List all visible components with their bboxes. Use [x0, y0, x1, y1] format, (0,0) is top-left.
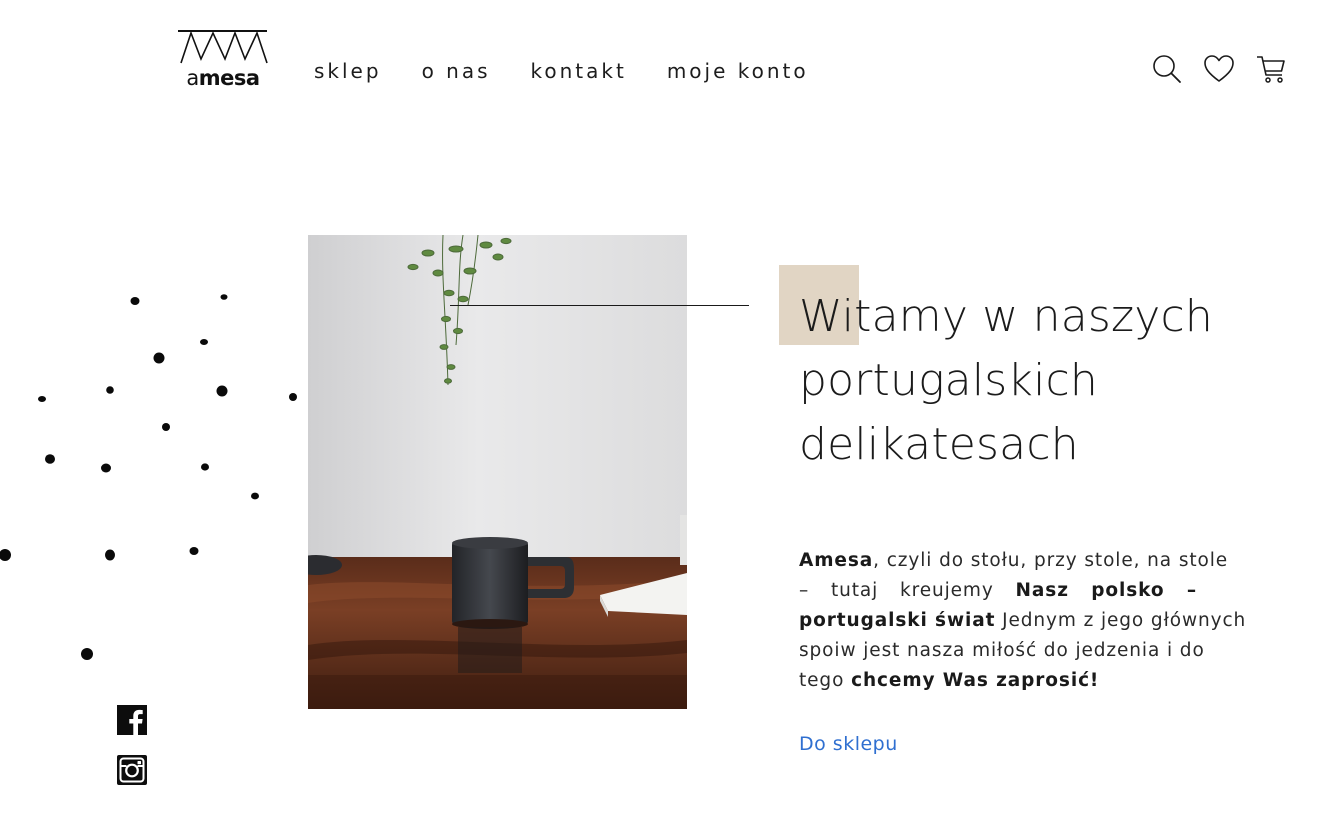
nav-item-o-nas[interactable]: o nas — [422, 59, 491, 83]
shop-link[interactable]: Do sklepu — [799, 733, 898, 755]
paragraph-line: tego chcemy Was zaprosić! — [799, 666, 1197, 696]
logo-prefix: a — [186, 66, 199, 90]
paragraph-text: tego — [799, 670, 852, 691]
paragraph-strong: portugalski świat — [799, 610, 996, 631]
logo-wordmark: amesa — [177, 68, 269, 89]
dots-decoration — [0, 294, 297, 660]
paragraph-text: , czyli do stołu, przy stole, na stole — [873, 550, 1229, 571]
page: amesa sklep o nas kontakt moje konto Wit… — [0, 0, 1321, 819]
brand-name-strong: Amesa — [799, 550, 874, 571]
hero-title-line: portugalskich — [799, 355, 1098, 406]
paragraph-line: – tutaj kreujemy Nasz polsko – — [799, 576, 1197, 606]
logo-suffix: mesa — [198, 66, 260, 90]
paragraph-line: spoiw jest nasza miłość do jedzenia i do — [799, 636, 1204, 666]
paragraph-text: spoiw jest nasza miłość do jedzenia i do — [799, 640, 1205, 661]
accent-line — [450, 305, 749, 306]
paragraph-strong: chcemy Was zaprosić! — [851, 670, 1100, 691]
hero-title-line: Witamy w naszych — [799, 291, 1214, 342]
search-icon[interactable] — [1150, 52, 1184, 86]
main-nav: sklep o nas kontakt moje konto — [314, 59, 809, 83]
paragraph-text: Jednym z jego głównych — [995, 610, 1247, 631]
cart-icon[interactable] — [1254, 52, 1288, 86]
logo-zigzag-icon — [178, 30, 268, 64]
paragraph-strong: Nasz polsko – — [1015, 580, 1197, 601]
nav-item-kontakt[interactable]: kontakt — [531, 59, 627, 83]
hero-image — [308, 235, 687, 709]
heart-icon[interactable] — [1202, 52, 1236, 86]
facebook-icon[interactable] — [117, 705, 147, 735]
paragraph-line: Amesa, czyli do stołu, przy stole, na st… — [799, 546, 1227, 576]
paragraph-line: portugalski świat Jednym z jego głównych — [799, 606, 1245, 636]
hero-paragraph: Amesa, czyli do stołu, przy stole, na st… — [799, 546, 1245, 696]
paragraph-text: – tutaj kreujemy — [799, 580, 1016, 601]
instagram-icon[interactable] — [117, 755, 147, 785]
nav-item-moje-konto[interactable]: moje konto — [667, 59, 809, 83]
brand-logo[interactable]: amesa — [177, 29, 269, 89]
hero-title-line: delikatesach — [799, 419, 1079, 470]
hero-title: Witamy w naszych portugalskich delikates… — [799, 285, 1219, 477]
nav-item-sklep[interactable]: sklep — [314, 59, 382, 83]
